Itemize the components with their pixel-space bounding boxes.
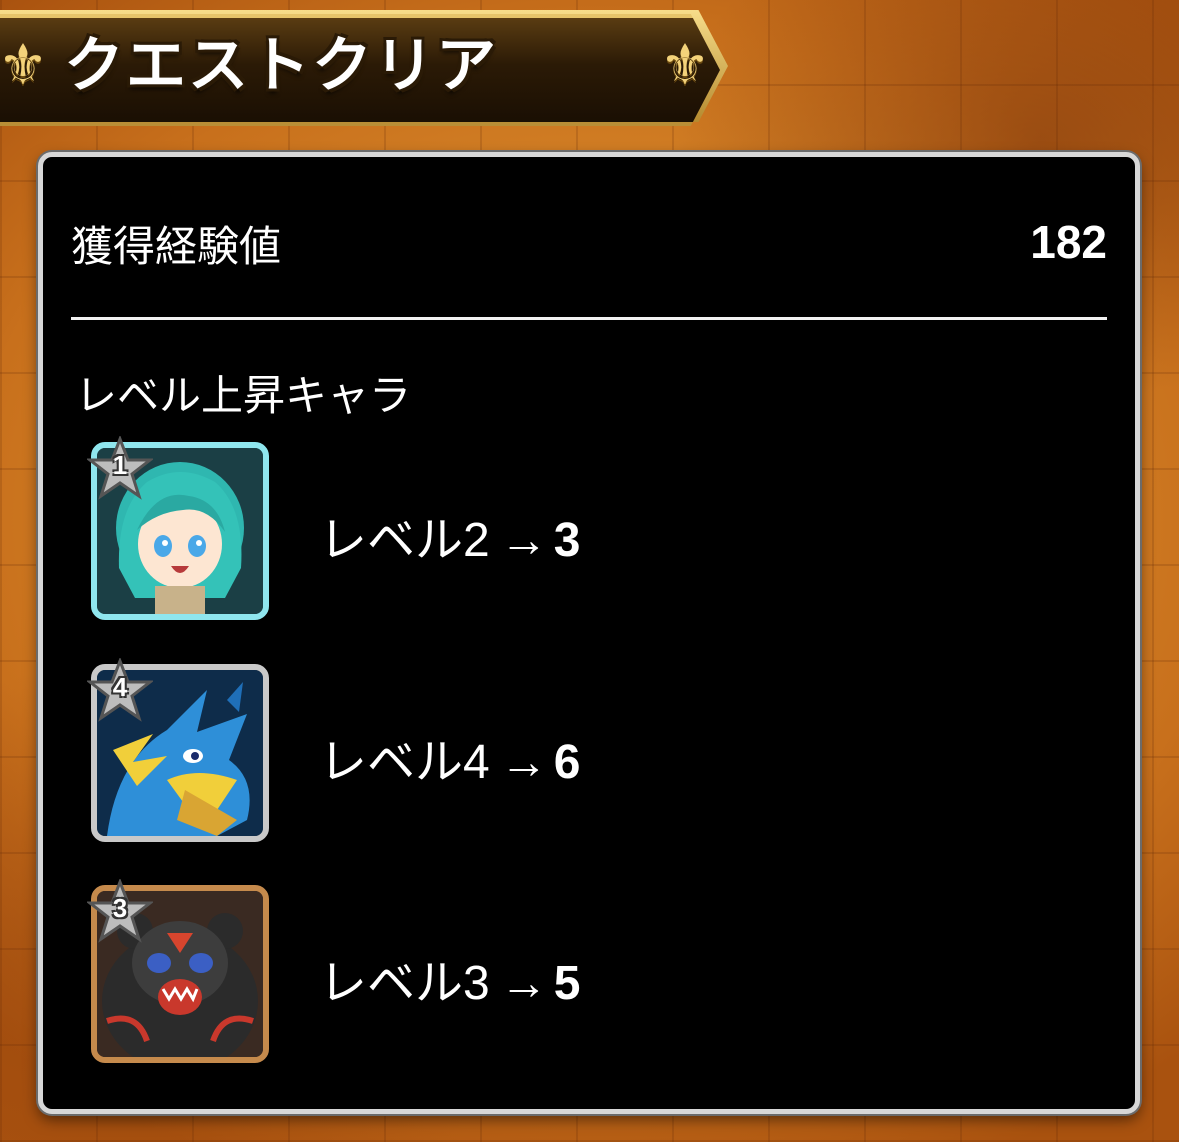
level-prefix: レベル: [319, 512, 464, 568]
rarity-number: 3: [112, 893, 128, 923]
level-up-label: レベル上昇キャラ: [75, 371, 412, 420]
level-from: 3: [463, 957, 490, 1010]
rarity-star-icon: 1: [87, 436, 153, 502]
exp-value: 182: [1030, 216, 1107, 268]
level-change-text: レベル4 → 6: [319, 722, 580, 792]
character-row: 4 レベル4 → 6: [87, 658, 1091, 844]
level-prefix: レベル: [319, 955, 464, 1011]
level-from: 4: [463, 736, 490, 789]
page-title: クエストクリア: [64, 31, 498, 101]
level-from: 2: [463, 514, 490, 567]
exp-label: 獲得経験値: [71, 222, 282, 271]
level-change-text: レベル2 → 3: [319, 500, 580, 570]
arrow-right-icon: →: [499, 736, 548, 789]
level-prefix: レベル: [319, 734, 464, 790]
arrow-right-icon: →: [499, 957, 548, 1010]
character-row: 3 レベル3 → 5: [87, 879, 1091, 1065]
character-row: 1 レベル2 → 3: [87, 436, 1091, 622]
level-to: 5: [553, 957, 581, 1010]
rarity-star-icon: 4: [87, 658, 153, 724]
fleur-de-lis-icon: ⚜: [0, 32, 49, 98]
level-to: 3: [553, 514, 581, 567]
rarity-number: 1: [112, 450, 128, 480]
level-to: 6: [553, 736, 581, 789]
arrow-right-icon: →: [499, 514, 548, 567]
divider: [71, 317, 1107, 320]
level-change-text: レベル3 → 5: [319, 943, 580, 1013]
result-panel: 獲得経験値 182 レベル上昇キャラ 1 レベル2 → 3 4 レベル4 → 6…: [38, 152, 1140, 1114]
rarity-star-icon: 3: [87, 879, 153, 945]
rarity-number: 4: [112, 672, 128, 702]
fleur-de-lis-icon: ⚜: [659, 32, 711, 98]
